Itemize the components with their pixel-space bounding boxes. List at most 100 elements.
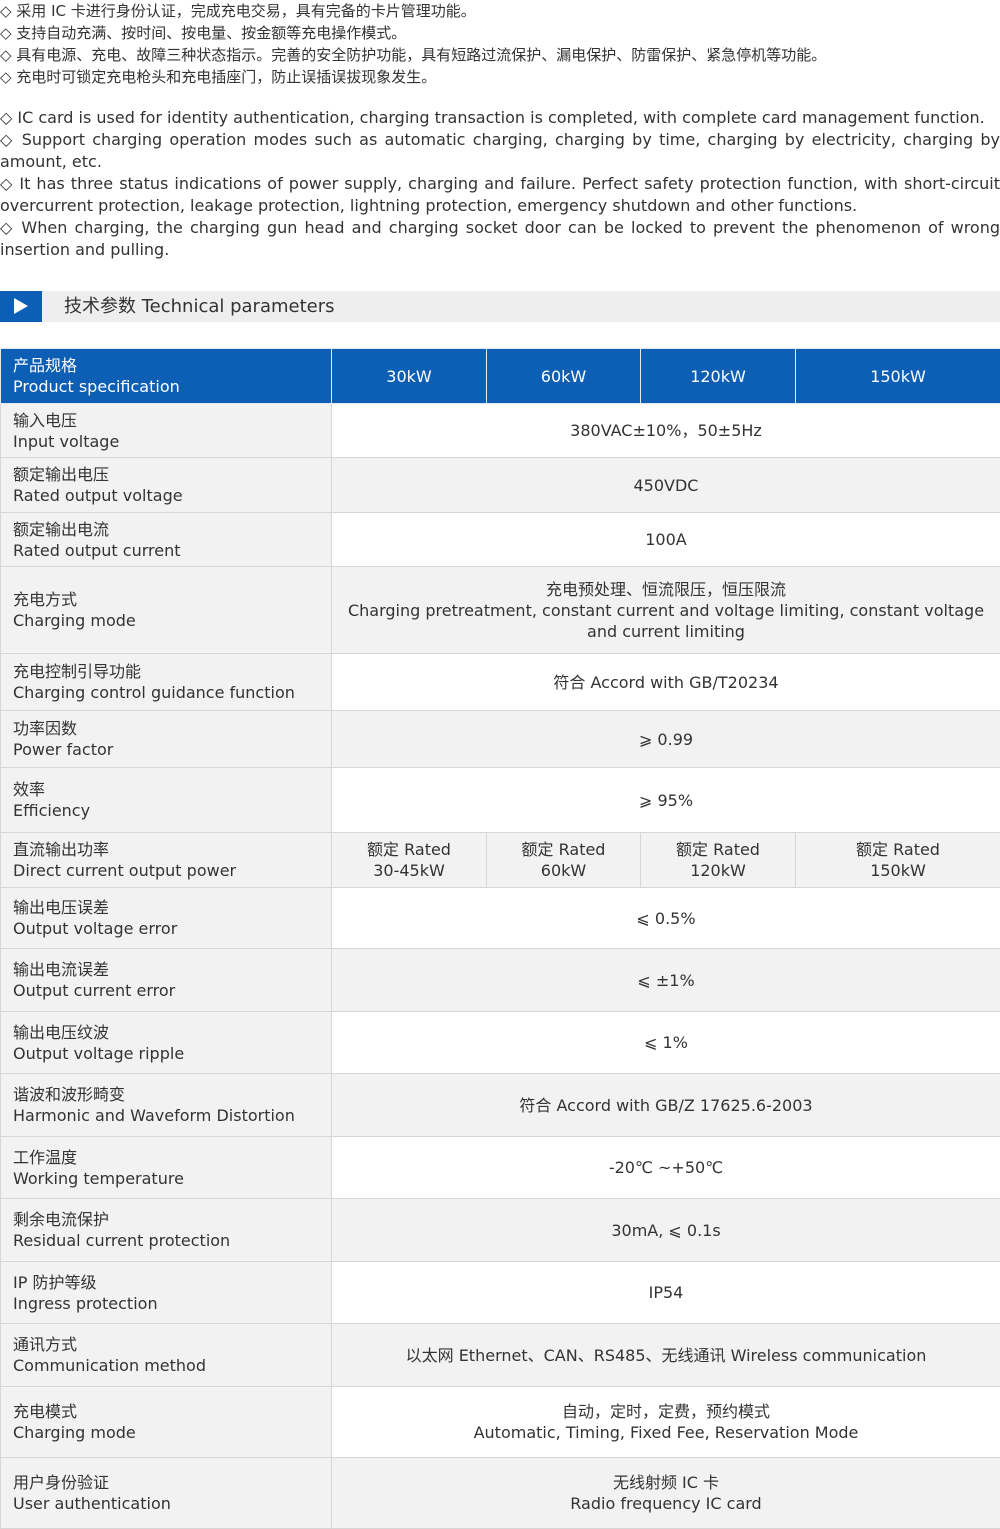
- row-value-cell: 额定 Rated 150kW: [795, 832, 1000, 888]
- row-label-zh: 用户身份验证: [13, 1473, 110, 1492]
- row-label-en: Power factor: [13, 740, 114, 759]
- row-label: 输出电流误差 Output current error: [0, 948, 332, 1012]
- header-label: 产品规格 Product specification: [0, 348, 332, 404]
- row-label: 谐波和波形畸变 Harmonic and Waveform Distortion: [0, 1073, 332, 1137]
- row-label-zh: IP 防护等级: [13, 1272, 97, 1292]
- row-value-line: 无线射频 IC 卡: [612, 1473, 720, 1492]
- feature-item-zh: ◇ 具有电源、充电、故障三种状态指示。完善的安全防护功能，具有短路过流保护、漏电…: [0, 46, 827, 64]
- row-label: 效率 Efficiency: [0, 767, 332, 833]
- row-label-en: Output voltage error: [13, 919, 178, 938]
- row-label-zh: 额定输出电压: [13, 465, 110, 484]
- header-column: 30kW: [331, 348, 487, 404]
- row-label: 剩余电流保护 Residual current protection: [0, 1198, 332, 1262]
- row-value-cell: 额定 Rated 120kW: [640, 832, 796, 888]
- row-label: 工作温度 Working temperature: [0, 1136, 332, 1199]
- header-column: 150kW: [795, 348, 1000, 404]
- row-value-line: 额定 Rated: [856, 840, 940, 859]
- feature-item-en: ◇ It has three status indications of pow…: [0, 174, 1000, 215]
- table-row: 剩余电流保护 Residual current protection 30mA, ⩽…: [0, 1198, 1000, 1262]
- row-value-line: 自动，定时，定费，预约模式: [561, 1402, 770, 1421]
- row-value-line: Charging pretreatment, constant current …: [347, 600, 985, 620]
- table-row: 输出电压纹波 Output voltage ripple ⩽ 1%: [0, 1011, 1000, 1074]
- row-value-line: Radio frequency IC card: [570, 1494, 762, 1513]
- table-row: 直流输出功率 Direct current output power 额定 Rate…: [0, 832, 1000, 888]
- row-label-zh: 输出电压纹波: [13, 1022, 110, 1042]
- row-label-zh: 通讯方式: [13, 1335, 78, 1354]
- row-value-line: 额定 Rated: [521, 840, 606, 859]
- row-label-zh: 功率因数: [13, 719, 78, 738]
- table-row: IP 防护等级 Ingress protection IP54: [0, 1261, 1000, 1324]
- table-row: 谐波和波形畸变 Harmonic and Waveform Distortion 符…: [0, 1073, 1000, 1137]
- row-label-en: Direct current output power: [13, 861, 237, 880]
- row-label-zh: 效率: [13, 780, 46, 799]
- play-triangle-icon: [0, 291, 42, 322]
- row-value: 100A: [331, 512, 1000, 567]
- row-value: 符合 Accord with GB/T20234: [331, 653, 1000, 711]
- table-row: 输出电压误差 Output voltage error ⩽ 0.5%: [0, 887, 1000, 949]
- row-label-en: Working temperature: [13, 1168, 184, 1188]
- row-value-line: ⩾ 0.99: [638, 729, 694, 749]
- row-value: 以太网 Ethernet、CAN、RS485、无线通讯 Wireless com…: [331, 1323, 1000, 1387]
- table-row: 工作温度 Working temperature -20℃ ~+50℃: [0, 1136, 1000, 1199]
- row-label: IP 防护等级 Ingress protection: [0, 1261, 332, 1324]
- row-value: 自动，定时，定费，预约模式 Automatic, Timing, Fixed Fe…: [331, 1386, 1000, 1458]
- table-row: 通讯方式 Communication method 以太网 Ethernet、CAN…: [0, 1323, 1000, 1387]
- feature-item-zh: ◇ 支持自动充满、按时间、按电量、按金额等充电操作模式。: [0, 24, 407, 42]
- row-value-line: IP54: [648, 1283, 684, 1302]
- row-label-en: Charging mode: [13, 1423, 136, 1442]
- section-title: 技术参数 Technical parameters: [64, 296, 335, 317]
- row-label: 输入电压 Input voltage: [0, 403, 332, 458]
- spec-table-header: 产品规格 Product specification 30kW 60kW 120…: [0, 348, 1000, 404]
- row-value-cell: 额定 Rated 60kW: [486, 832, 641, 888]
- spec-table-body: 输入电压 Input voltage 380VAC±10%，50±5Hz 额定输出电压…: [0, 403, 1000, 1529]
- row-label-en: Efficiency: [13, 801, 91, 820]
- row-value-line: 100A: [645, 530, 687, 549]
- row-label-zh: 直流输出功率: [13, 840, 110, 859]
- row-label-zh: 输出电压误差: [13, 898, 110, 917]
- row-label: 充电控制引导功能 Charging control guidance functi…: [0, 653, 332, 711]
- row-label-en: Output current error: [13, 981, 176, 1000]
- table-row: 用户身份验证 User authentication 无线射频 IC 卡 Radio …: [0, 1457, 1000, 1529]
- feature-item-zh: ◇ 采用 IC 卡进行身份认证，完成充电交易，具有完备的卡片管理功能。: [0, 2, 476, 20]
- row-label-en: Input voltage: [13, 431, 120, 451]
- row-value-line: 额定 Rated: [676, 840, 760, 859]
- row-label-en: Communication method: [13, 1356, 206, 1375]
- row-label-en: Rated output voltage: [13, 486, 183, 505]
- row-value: ⩽ ±1%: [331, 948, 1000, 1012]
- section-header: 技术参数 Technical parameters: [0, 291, 1000, 322]
- row-value-line: 380VAC±10%，50±5Hz: [570, 421, 762, 440]
- row-value: 无线射频 IC 卡 Radio frequency IC card: [331, 1457, 1000, 1529]
- feature-item-zh: ◇ 充电时可锁定充电枪头和充电插座门，防止误插误拔现象发生。: [0, 68, 437, 86]
- table-row: 额定输出电流 Rated output current 100A: [0, 512, 1000, 567]
- row-value-line: 以太网 Ethernet、CAN、RS485、无线通讯 Wireless com…: [405, 1345, 927, 1365]
- row-value: ⩾ 95%: [331, 767, 1000, 833]
- table-row: 充电控制引导功能 Charging control guidance functi…: [0, 653, 1000, 711]
- row-label-en: Residual current protection: [13, 1231, 231, 1250]
- row-value-line: and current limiting: [587, 621, 745, 641]
- table-row: 充电模式 Charging mode 自动，定时，定费，预约模式 Automatic,…: [0, 1386, 1000, 1458]
- row-label: 输出电压纹波 Output voltage ripple: [0, 1011, 332, 1074]
- row-value-line: ⩽ 0.5%: [636, 908, 696, 928]
- row-value: 30mA, ⩽ 0.1s: [331, 1198, 1000, 1262]
- row-value-line: 符合 Accord with GB/T20234: [553, 672, 779, 692]
- row-value-line: 30-45kW: [373, 861, 445, 880]
- row-label: 输出电压误差 Output voltage error: [0, 887, 332, 949]
- table-row: 输入电压 Input voltage 380VAC±10%，50±5Hz: [0, 403, 1000, 458]
- row-label-en: Output voltage ripple: [13, 1043, 185, 1063]
- row-value-line: 30mA, ⩽ 0.1s: [611, 1220, 721, 1240]
- row-value: 充电预处理、恒流限压，恒压限流 Charging pretreatment, co…: [331, 566, 1000, 654]
- row-label-zh: 额定输出电流: [13, 519, 110, 539]
- row-label: 功率因数 Power factor: [0, 710, 332, 768]
- table-row: 输出电流误差 Output current error ⩽ ±1%: [0, 948, 1000, 1012]
- row-label-zh: 充电方式: [13, 590, 78, 609]
- row-label-zh: 输入电压: [13, 410, 78, 430]
- row-label-en: Ingress protection: [13, 1293, 158, 1313]
- table-row: 充电方式 Charging mode 充电预处理、恒流限压，恒压限流 Charging…: [0, 566, 1000, 654]
- row-label-zh: 输出电流误差: [13, 960, 110, 979]
- row-label: 额定输出电流 Rated output current: [0, 512, 332, 567]
- row-value-line: 符合 Accord with GB/Z 17625.6-2003: [519, 1095, 813, 1115]
- row-value-line: ⩽ 1%: [644, 1033, 688, 1052]
- row-label-zh: 充电模式: [13, 1402, 78, 1421]
- feature-item-en: ◇ IC card is used for identity authentic…: [0, 108, 985, 127]
- row-label-zh: 剩余电流保护: [13, 1210, 110, 1229]
